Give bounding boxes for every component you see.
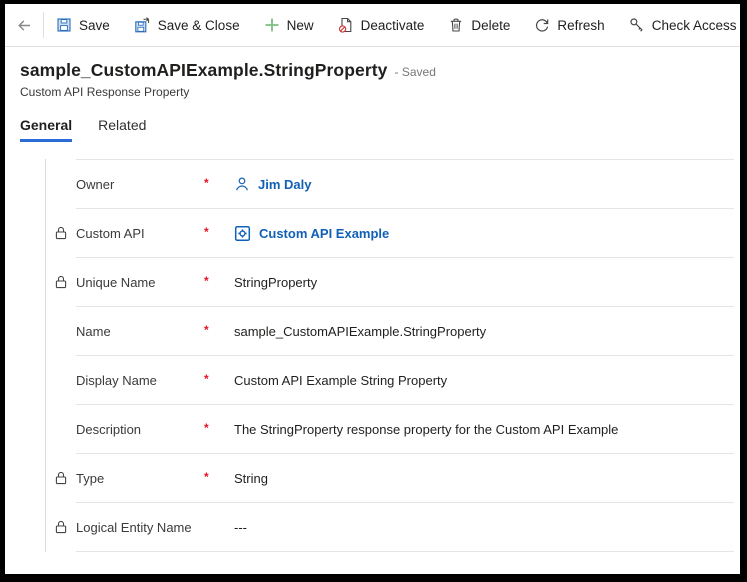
field-label-display-name: Display Name (76, 373, 157, 388)
custom-api-icon (234, 225, 251, 242)
person-icon (234, 176, 250, 192)
field-row-type: Type * String (46, 453, 734, 502)
new-label: New (287, 18, 314, 33)
back-button[interactable] (5, 4, 43, 46)
delete-label: Delete (471, 18, 510, 33)
field-label-description: Description (76, 422, 141, 437)
save-close-icon (134, 17, 151, 34)
required-asterisk: * (204, 323, 209, 337)
required-asterisk: * (204, 470, 209, 484)
field-value-logical-entity-name: --- (234, 520, 247, 535)
field-value-display-name: Custom API Example String Property (234, 373, 447, 388)
check-access-button[interactable]: Check Access (617, 4, 747, 46)
page-title: sample_CustomAPIExample.StringProperty (20, 60, 388, 81)
plus-icon (264, 17, 280, 33)
lock-icon (55, 471, 67, 485)
save-close-label: Save & Close (158, 18, 240, 33)
lock-icon (55, 520, 67, 534)
lock-icon (55, 275, 67, 289)
record-header: sample_CustomAPIExample.StringProperty -… (5, 47, 740, 142)
field-row-description: Description * The StringProperty respons… (46, 404, 734, 453)
back-arrow-icon (16, 17, 33, 34)
save-icon (56, 17, 72, 33)
save-and-close-button[interactable]: Save & Close (122, 4, 252, 46)
field-value-unique-name: StringProperty (234, 275, 317, 290)
tab-related[interactable]: Related (98, 117, 146, 142)
tab-general[interactable]: General (20, 117, 72, 142)
deactivate-label: Deactivate (361, 18, 425, 33)
field-row-name: Name * sample_CustomAPIExample.StringPro… (46, 306, 734, 355)
field-row-logical-entity-name: Logical Entity Name --- (46, 502, 734, 551)
form-tabs: General Related (20, 117, 740, 142)
title-row: sample_CustomAPIExample.StringProperty -… (20, 60, 740, 81)
owner-lookup-link[interactable]: Jim Daly (258, 177, 311, 192)
command-bar: Save Save & Close New (5, 4, 740, 47)
required-asterisk: * (204, 176, 209, 190)
required-asterisk: * (204, 274, 209, 288)
deactivate-button[interactable]: Deactivate (326, 4, 437, 46)
field-row-custom-api: Custom API * Custom API Example (46, 208, 734, 257)
form-section-general: Owner * Jim Daly (45, 159, 734, 552)
field-value-name: sample_CustomAPIExample.StringProperty (234, 324, 486, 339)
field-row-display-name: Display Name * Custom API Example String… (46, 355, 734, 404)
required-asterisk: * (204, 225, 209, 239)
refresh-button[interactable]: Refresh (522, 4, 616, 46)
entity-type-label: Custom API Response Property (20, 85, 740, 99)
required-asterisk: * (204, 421, 209, 435)
check-access-icon (629, 17, 645, 33)
save-label: Save (79, 18, 110, 33)
deactivate-icon (338, 17, 354, 33)
field-label-custom-api: Custom API (76, 226, 145, 241)
field-label-logical-entity-name: Logical Entity Name (76, 520, 192, 535)
field-label-unique-name: Unique Name (76, 275, 156, 290)
save-status-badge: - Saved (395, 65, 436, 79)
save-button[interactable]: Save (44, 4, 122, 46)
field-label-owner: Owner (76, 177, 114, 192)
field-row-owner: Owner * Jim Daly (46, 159, 734, 208)
delete-icon (448, 17, 464, 33)
custom-api-lookup-link[interactable]: Custom API Example (259, 226, 389, 241)
new-button[interactable]: New (252, 4, 326, 46)
delete-button[interactable]: Delete (436, 4, 522, 46)
field-label-name: Name (76, 324, 111, 339)
lock-icon (55, 226, 67, 240)
panel-bottom-divider (76, 551, 734, 552)
check-access-label: Check Access (652, 18, 737, 33)
required-asterisk: * (204, 372, 209, 386)
refresh-label: Refresh (557, 18, 604, 33)
field-row-unique-name: Unique Name * StringProperty (46, 257, 734, 306)
app-window: Save Save & Close New (0, 0, 747, 582)
field-label-type: Type (76, 471, 104, 486)
field-value-type: String (234, 471, 268, 486)
field-value-description: The StringProperty response property for… (234, 422, 618, 437)
refresh-icon (534, 17, 550, 33)
